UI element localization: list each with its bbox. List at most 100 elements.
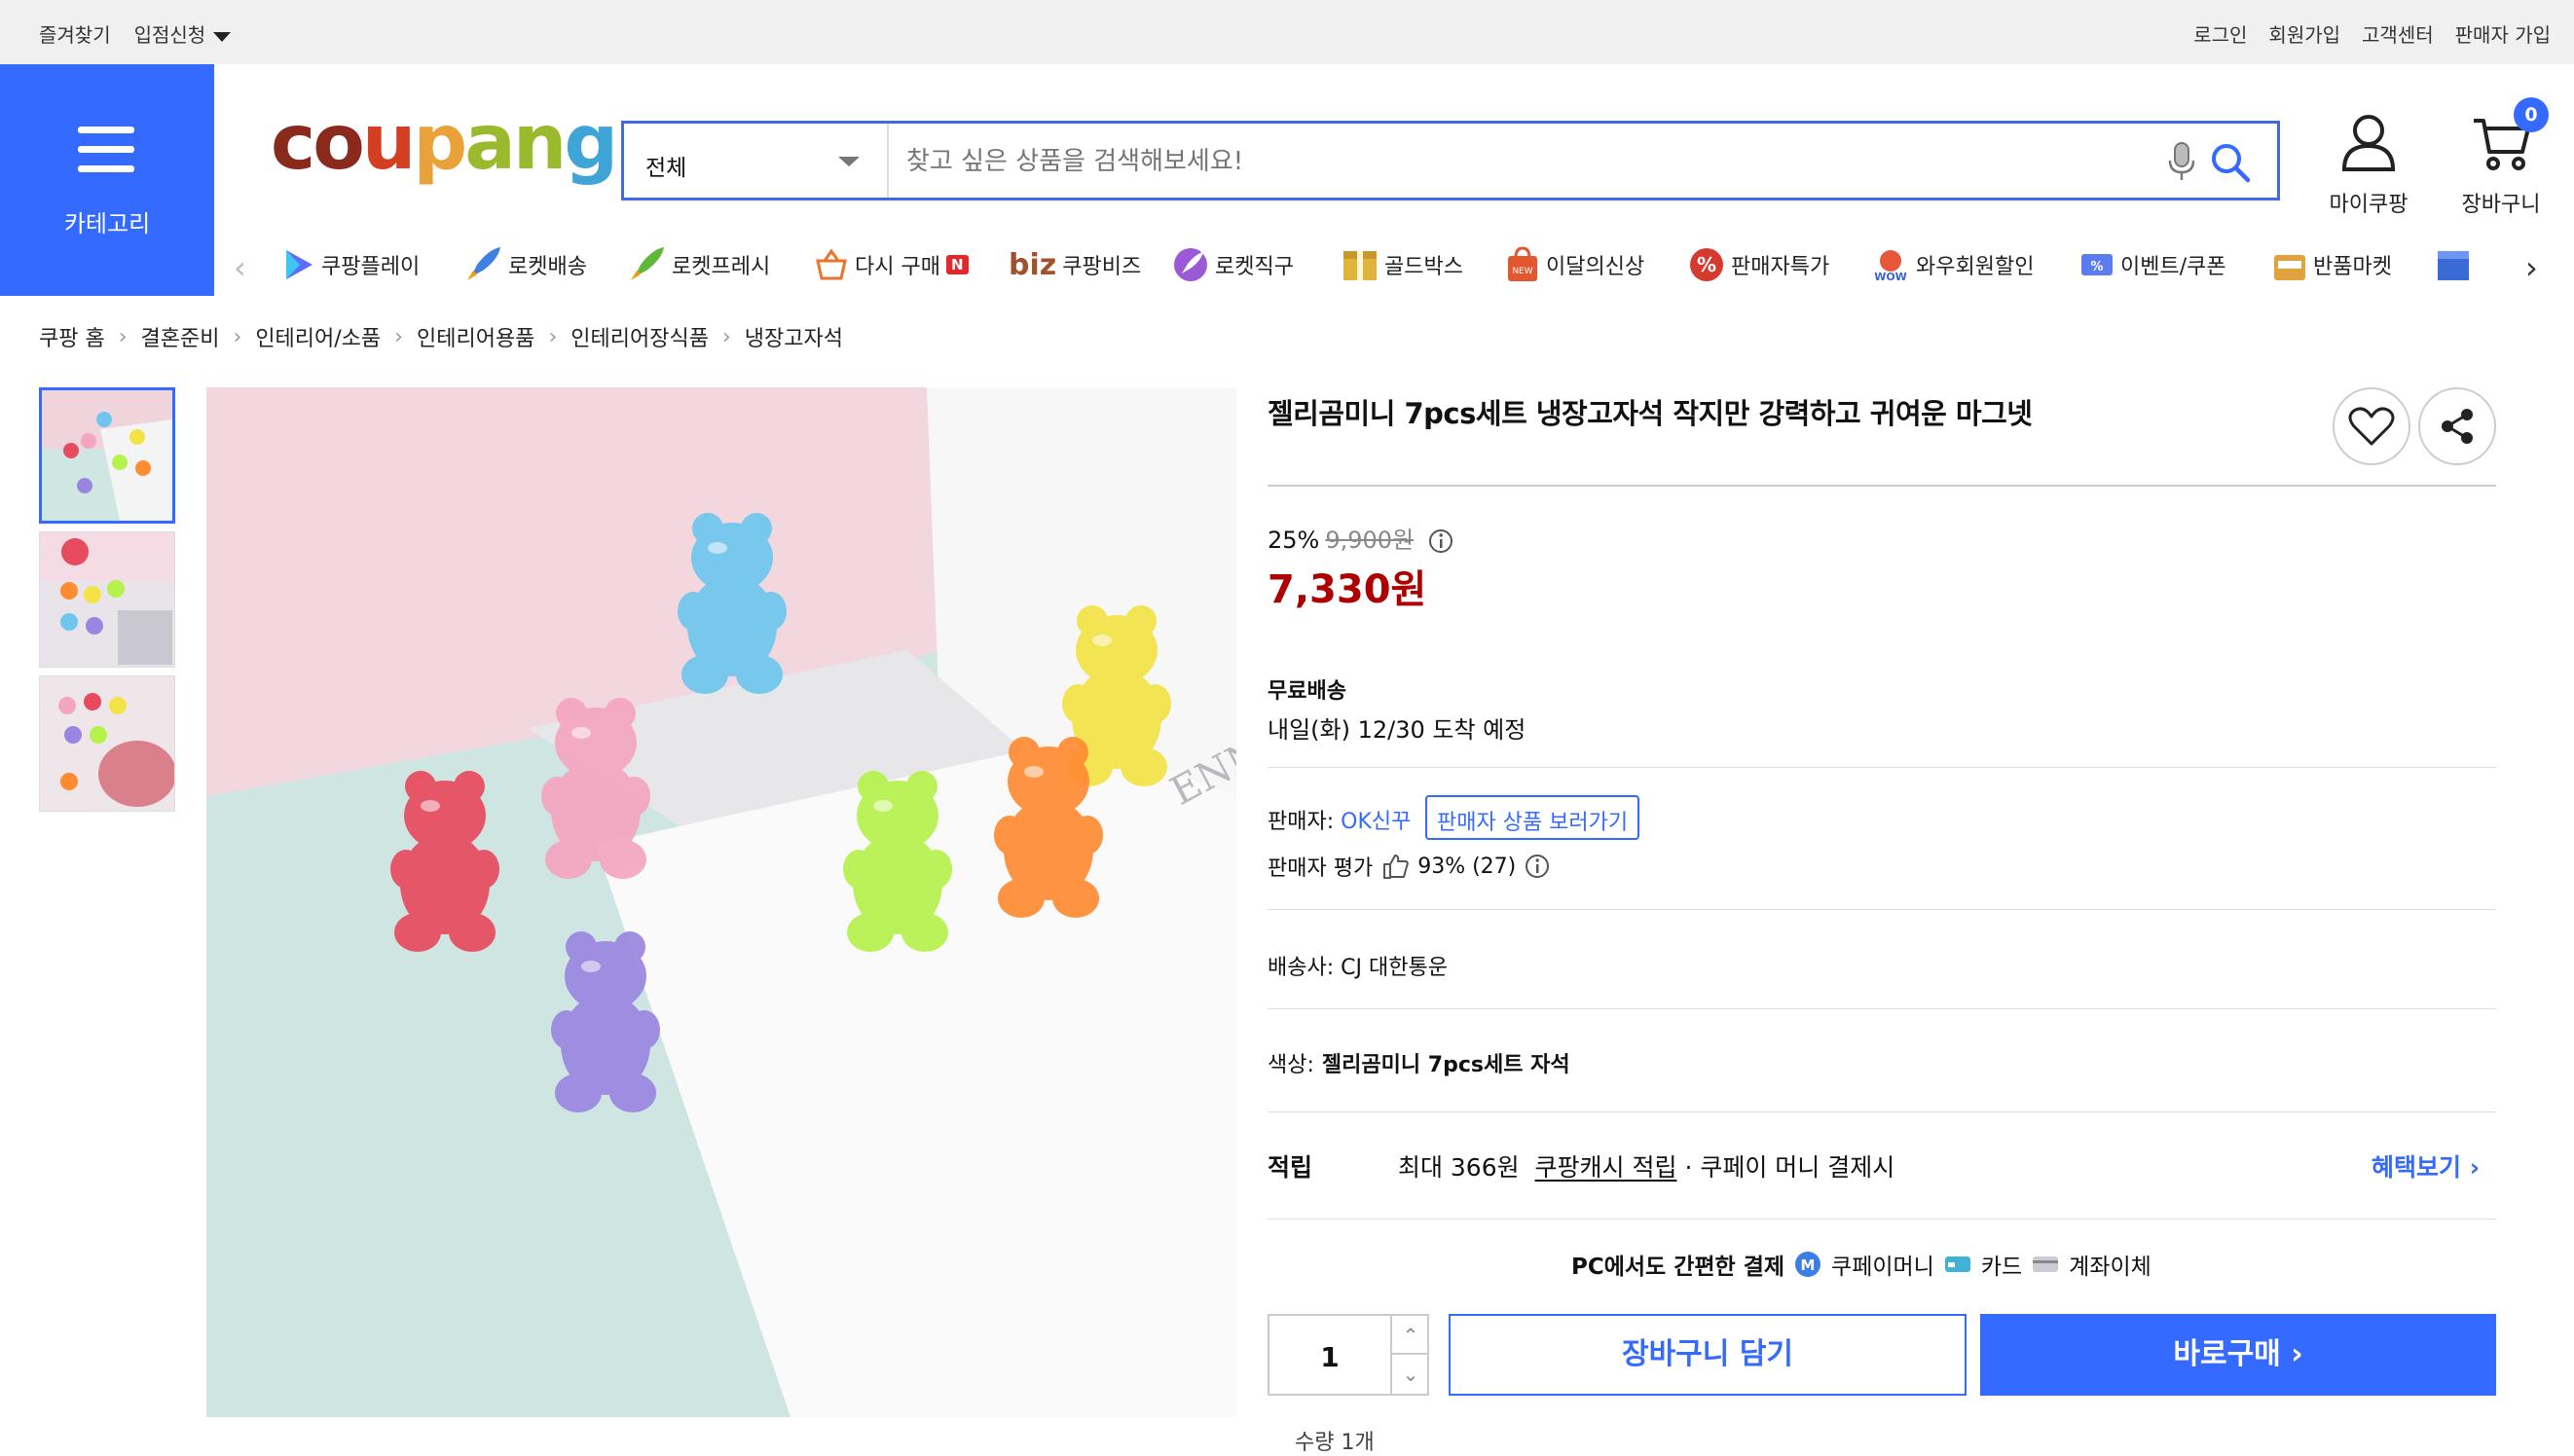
breadcrumb-item[interactable]: 냉장고자석 [745, 321, 843, 352]
thumbnail-2[interactable] [39, 531, 175, 668]
rating-value: 93% (27) [1417, 854, 1517, 879]
nav-item-events-coupons[interactable]: % 이벤트/쿠폰 [2079, 237, 2226, 292]
signup-link[interactable]: 회원가입 [2268, 19, 2340, 48]
courier-label: 배송사: [1268, 956, 1335, 980]
color-value: 젤리곰미니 7pcs세트 자석 [1321, 1053, 1570, 1077]
discount-rate: 25% [1268, 527, 1320, 554]
coupay-money-icon: M [1795, 1252, 1821, 1277]
seller-signup-link[interactable]: 판매자 가입 [2455, 19, 2551, 48]
nav-label: 반품마켓 [2313, 255, 2392, 279]
shipping-eta: 내일(화) 12/30 도착 예정 [1268, 716, 1526, 744]
seller-row: 판매자: OK신꾸 [1268, 804, 1411, 835]
coupang-cash-link[interactable]: 쿠팡캐시 적립 [1535, 1153, 1677, 1182]
bookmark-link[interactable]: 즐겨찾기 [39, 19, 111, 48]
divider [1268, 1111, 2496, 1112]
info-icon[interactable] [1524, 853, 1551, 880]
nav-label: 골드박스 [1384, 255, 1463, 279]
chevron-right-icon: › [394, 324, 403, 349]
nav-item-wow-discount[interactable]: WOW 와우회원할인 [1871, 237, 2034, 292]
benefit-label: 혜택보기 [2372, 1153, 2462, 1182]
add-to-cart-button[interactable]: 장바구니 담기 [1449, 1314, 1967, 1396]
search-icon[interactable] [2209, 141, 2252, 184]
thumbs-up-icon [1383, 855, 1409, 879]
thumbnail-1[interactable] [39, 387, 175, 524]
divider [1268, 909, 2496, 910]
nav-item-return-market[interactable]: 반품마켓 [2272, 237, 2392, 292]
quantity-value[interactable]: 1 [1269, 1341, 1390, 1373]
divider [1268, 767, 2496, 768]
quantity-down-button[interactable]: ⌄ [1390, 1355, 1429, 1394]
divider [1268, 485, 2496, 487]
seller-products-button[interactable]: 판매자 상품 보러가기 [1425, 795, 1640, 840]
pc-payment-row: PC에서도 간편한 결제 M 쿠페이머니 카드 계좌이체 [1571, 1248, 2151, 1281]
microphone-icon[interactable] [2164, 141, 2199, 184]
buy-now-button[interactable]: 바로구매 › [1980, 1314, 2496, 1396]
breadcrumb-item[interactable]: 인테리어용품 [417, 321, 534, 352]
top-utility-bar: 즐겨찾기 입점신청 로그인 회원가입 고객센터 판매자 가입 [0, 0, 2574, 64]
service-nav: ‹ 쿠팡플레이 로켓배송 로켓프레시 다시 구매 N biz 쿠팡비즈 로켓직구… [222, 237, 2574, 292]
info-icon[interactable] [1427, 528, 1454, 555]
nav-item-new-arrivals[interactable]: NEW 이달의신상 [1505, 237, 1644, 292]
login-link[interactable]: 로그인 [2193, 19, 2247, 48]
caret-down-icon [213, 31, 232, 42]
nav-item-coupangplay[interactable]: 쿠팡플레이 [280, 237, 420, 292]
courier-name: CJ 대한통운 [1341, 956, 1448, 980]
breadcrumb-item[interactable]: 결혼준비 [141, 321, 220, 352]
nav-label: 이벤트/쿠폰 [2120, 255, 2226, 279]
nav-label: 쿠팡비즈 [1062, 255, 1142, 279]
thumbnail-list [39, 387, 177, 819]
breadcrumb-item[interactable]: 인테리어/소품 [255, 321, 381, 352]
customer-center-link[interactable]: 고객센터 [2362, 19, 2434, 48]
color-label: 색상: [1268, 1053, 1314, 1077]
benefit-link[interactable]: 혜택보기 › [2372, 1148, 2480, 1183]
mycoupang-label: 마이쿠팡 [2329, 193, 2409, 217]
nav-label: 로켓프레시 [672, 255, 771, 279]
hamburger-icon [78, 127, 134, 185]
svg-text:M: M [1801, 1256, 1816, 1274]
nav-item-goldbox[interactable]: 골드박스 [1342, 237, 1463, 292]
nav-item-rocket-fresh[interactable]: 로켓프레시 [627, 237, 770, 292]
cart-label: 장바구니 [2461, 193, 2541, 217]
breadcrumb-item[interactable]: 쿠팡 홈 [39, 321, 105, 352]
heart-icon [2348, 407, 2395, 446]
goldbox-icon [1343, 251, 1377, 280]
nav-item-seller-deals[interactable]: % 판매자특가 [1688, 237, 1829, 292]
store-icon[interactable] [2436, 247, 2471, 282]
pc-pay-title: PC에서도 간편한 결제 [1571, 1255, 1785, 1280]
product-title: 젤리곰미니 7pcs세트 냉장고자석 작지만 강력하고 귀여운 마그넷 [1268, 397, 2033, 430]
nav-item-rebuy[interactable]: 다시 구매 N [814, 237, 969, 292]
seller-name-link[interactable]: OK신꾸 [1341, 810, 1411, 834]
quantity-up-button[interactable]: ⌃ [1390, 1316, 1429, 1355]
nav-item-coupangbiz[interactable]: biz 쿠팡비즈 [1009, 237, 1141, 292]
category-menu-button[interactable]: 카테고리 [0, 64, 214, 296]
search-category-select[interactable]: 전체 [624, 124, 889, 198]
main-product-image[interactable]: ENNY'S D [206, 387, 1236, 1417]
vendor-apply-link[interactable]: 입점신청 [134, 19, 232, 48]
biz-icon: biz [1009, 247, 1057, 282]
chevron-right-icon: › [2291, 1337, 2303, 1371]
nav-item-rocket-delivery[interactable]: 로켓배송 [463, 237, 587, 292]
rating-label: 판매자 평가 [1268, 856, 1374, 881]
nav-item-rocket-global[interactable]: 로켓직구 [1172, 237, 1294, 292]
sale-bag-icon [2274, 255, 2305, 280]
svg-text:%: % [1697, 253, 1716, 276]
color-option-row: 색상: 젤리곰미니 7pcs세트 자석 [1268, 1047, 1570, 1078]
chevron-right-icon: › [721, 324, 731, 349]
reward-row: 적립 최대 366원 쿠팡캐시 적립 · 쿠페이 머니 결제시 [1268, 1148, 1894, 1183]
nav-next-icon[interactable]: › [2525, 249, 2538, 286]
quantity-summary-partial: 수량 1개 [1295, 1431, 1375, 1455]
search-category-value: 전체 [645, 156, 687, 181]
thumbnail-3[interactable] [39, 675, 175, 812]
breadcrumb-item[interactable]: 인테리어장식품 [570, 321, 709, 352]
pay-method: 쿠페이머니 [1831, 1255, 1934, 1280]
mycoupang-button[interactable]: 마이쿠팡 [2315, 113, 2422, 218]
courier-row: 배송사: CJ 대한통운 [1268, 950, 1448, 981]
search-input[interactable] [906, 147, 1977, 176]
wishlist-button[interactable] [2333, 387, 2410, 465]
reward-note: · 쿠페이 머니 결제시 [1684, 1153, 1895, 1182]
user-icon [2341, 115, 2396, 171]
nav-prev-icon[interactable]: ‹ [234, 249, 246, 286]
coupang-logo[interactable]: coupang [271, 105, 618, 181]
share-button[interactable] [2418, 387, 2496, 465]
globe-rocket-icon [1174, 248, 1207, 281]
